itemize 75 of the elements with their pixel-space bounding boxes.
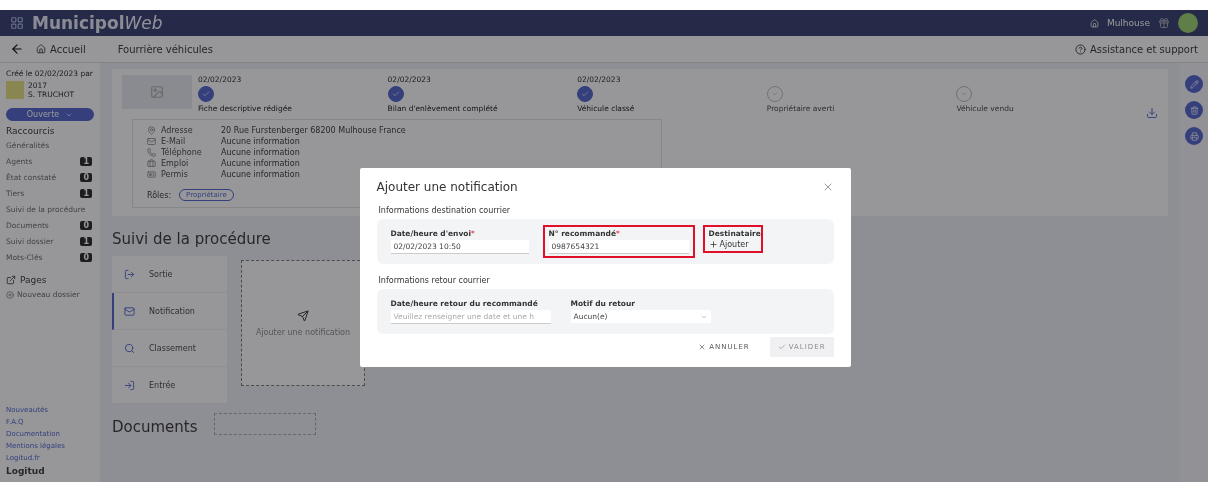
dialog-title: Ajouter une notification — [376, 180, 518, 194]
procedure-tab[interactable]: Entrée — [112, 367, 227, 404]
exit-icon — [124, 268, 135, 280]
close-icon — [698, 343, 707, 351]
pages-link[interactable]: Pages — [6, 275, 94, 285]
home-icon — [36, 44, 46, 54]
envelope-icon — [147, 137, 156, 146]
section-heading: Informations destination courrier — [378, 206, 512, 215]
section-heading: Informations retour courrier — [378, 276, 491, 285]
home-icon — [1089, 18, 1099, 28]
phone-icon — [147, 148, 156, 157]
contact-value: Aucune information — [221, 159, 300, 168]
procedure-tab[interactable]: Classement — [112, 330, 227, 367]
count-badge: 0 — [80, 221, 92, 230]
help-icon — [1074, 43, 1086, 55]
status-dropdown[interactable]: Ouverte — [6, 108, 94, 121]
company-logo: Logitud — [6, 466, 46, 476]
image-icon — [150, 85, 164, 99]
entry-icon — [124, 379, 135, 391]
check-icon — [391, 90, 400, 98]
contact-value: Aucune information — [221, 170, 300, 179]
back-icon[interactable] — [10, 42, 24, 56]
edit-button[interactable] — [1185, 75, 1203, 93]
gift-icon[interactable] — [1158, 17, 1170, 29]
paper-plane-icon — [297, 309, 309, 322]
section-title: Documents — [112, 418, 198, 436]
home-link[interactable]: Accueil — [36, 43, 86, 55]
procedure-tab[interactable]: Notification — [112, 293, 227, 330]
contact-label: Téléphone — [161, 148, 203, 157]
section-title: Suivi de la procédure — [112, 230, 271, 248]
brand-name: Municipol — [32, 13, 125, 33]
count-badge: 1 — [80, 157, 92, 166]
printer-icon — [1189, 131, 1199, 141]
envelope-icon — [124, 305, 135, 317]
trash-icon — [1189, 105, 1199, 115]
user-photo — [6, 81, 24, 99]
contact-value: 20 Rue Furstenberger 68200 Mulhouse France — [221, 126, 406, 135]
procedure-tab[interactable]: Sortie — [112, 256, 227, 293]
count-badge: 1 — [80, 189, 92, 198]
chevron-icon — [960, 90, 969, 98]
support-link[interactable]: Assistance et support — [1074, 43, 1198, 55]
download-icon[interactable] — [1145, 107, 1158, 119]
contact-label: Adresse — [161, 126, 194, 135]
card-icon — [147, 170, 156, 179]
roles-label: Rôles: — [147, 190, 172, 200]
contact-label: Permis — [161, 170, 189, 179]
plus-circle-icon — [6, 290, 14, 299]
contact-label: E-Mail — [161, 137, 187, 146]
add-notification-button[interactable]: Ajouter une notification — [241, 260, 365, 386]
logo-icon — [10, 16, 24, 30]
count-badge: 0 — [80, 253, 92, 262]
check-icon — [777, 343, 786, 351]
city-link[interactable]: Mulhouse — [1106, 18, 1150, 28]
add-recipient-button[interactable]: Ajouter — [708, 240, 757, 249]
count-badge: 1 — [80, 237, 92, 246]
delete-button[interactable] — [1185, 101, 1203, 119]
count-badge: 0 — [80, 173, 92, 182]
brand-suffix: Web — [124, 13, 163, 33]
map-pin-icon — [147, 126, 156, 135]
document-dropzone[interactable] — [213, 413, 316, 435]
pencil-icon — [1189, 79, 1199, 89]
user-avatar[interactable] — [1178, 13, 1198, 33]
contact-value: Aucune information — [221, 148, 300, 157]
briefcase-icon — [147, 159, 156, 168]
chevron-icon — [770, 90, 779, 98]
shortcuts-title: Raccourcis — [6, 126, 56, 136]
print-button[interactable] — [1185, 127, 1203, 145]
contact-value: Aucune information — [221, 137, 300, 146]
search-icon — [124, 342, 135, 354]
breadcrumb-current: Fourrière véhicules — [116, 43, 213, 55]
check-icon — [581, 90, 590, 98]
contact-label: Emploi — [161, 159, 190, 168]
external-link-icon — [6, 275, 16, 285]
plus-icon — [708, 240, 718, 249]
check-icon — [202, 90, 210, 98]
